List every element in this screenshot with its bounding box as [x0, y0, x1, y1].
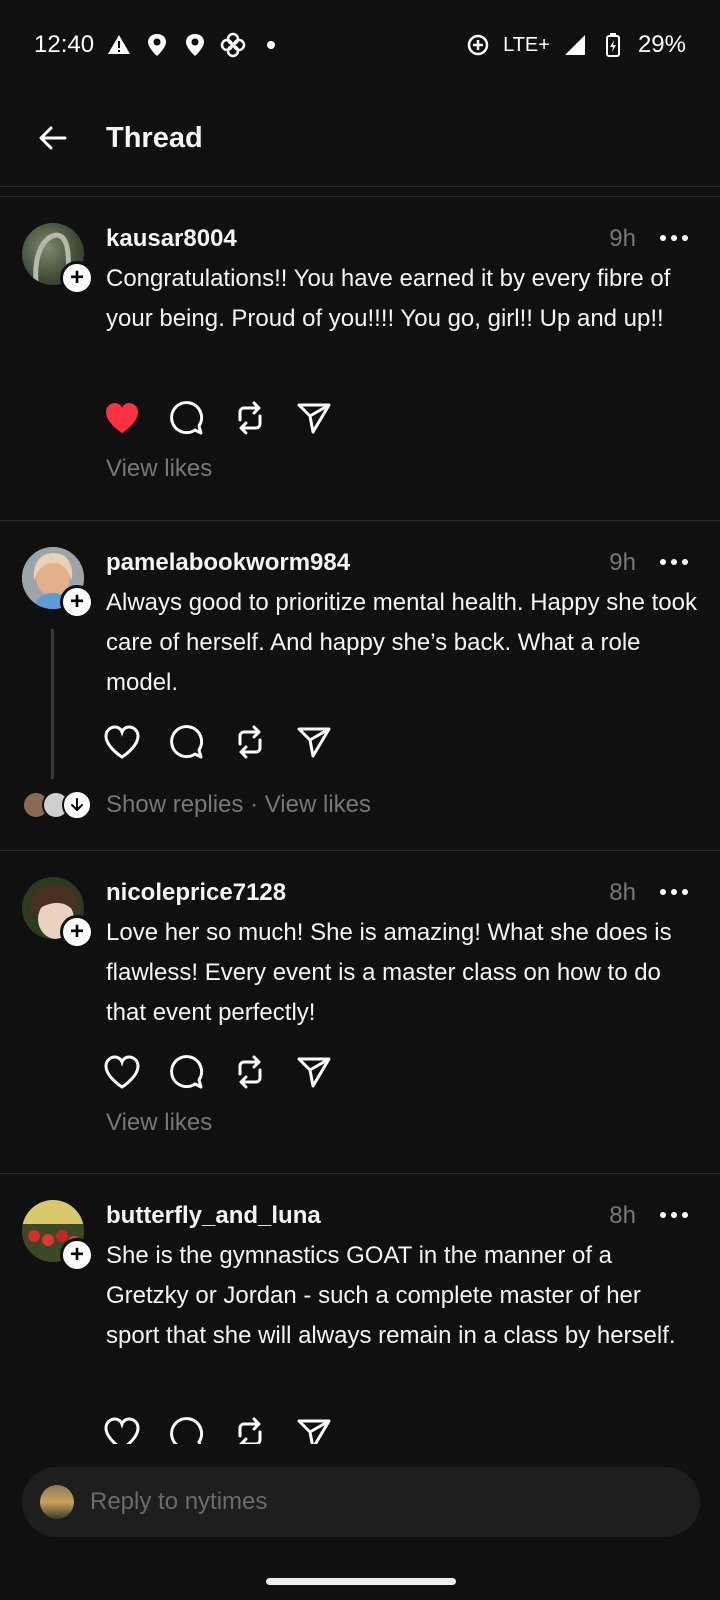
data-saver-icon: [465, 32, 491, 58]
more-options-icon[interactable]: [654, 1200, 694, 1230]
action-bar: [104, 724, 332, 760]
post-meta: Show replies · View likes: [106, 791, 371, 819]
location-icon: [182, 32, 208, 58]
view-likes-link[interactable]: View likes: [106, 1109, 212, 1137]
reply-input[interactable]: [88, 1487, 652, 1517]
username[interactable]: pamelabookworm984: [106, 549, 350, 577]
comment-icon[interactable]: [168, 400, 204, 436]
action-bar: [104, 1416, 332, 1444]
show-replies-link[interactable]: Show replies: [106, 791, 243, 818]
comment-icon[interactable]: [168, 724, 204, 760]
share-icon[interactable]: [296, 1054, 332, 1090]
action-bar: [104, 1054, 332, 1090]
pinwheel-icon: [220, 32, 246, 58]
page-title: Thread: [106, 121, 203, 154]
follow-plus-icon[interactable]: +: [60, 585, 94, 619]
repost-icon[interactable]: [232, 724, 268, 760]
top-app-bar: Thread: [0, 90, 720, 187]
post-text: Love her so much! She is amazing! What s…: [106, 919, 672, 1026]
heart-icon[interactable]: [104, 1416, 140, 1444]
reply-post: + kausar8004 9h Congratulations!! You ha…: [0, 197, 720, 521]
avatar: [40, 1485, 74, 1519]
status-bar: 12:40 LTE+ 29%: [0, 0, 720, 90]
follow-plus-icon[interactable]: +: [60, 1238, 94, 1272]
more-options-icon[interactable]: [654, 223, 694, 253]
follow-plus-icon[interactable]: +: [60, 915, 94, 949]
reply-post: + pamelabookworm984 9h Always good to pr…: [0, 521, 720, 851]
follow-plus-icon[interactable]: +: [60, 261, 94, 295]
heart-icon[interactable]: [104, 1054, 140, 1090]
post-text: She is the gymnastics GOAT in the manner…: [106, 1242, 676, 1349]
share-icon[interactable]: [296, 1416, 332, 1444]
timestamp: 8h: [609, 1202, 636, 1229]
signal-icon: [562, 32, 588, 58]
more-options-icon[interactable]: [654, 547, 694, 577]
reply-post: + butterfly_and_luna 8h She is the gymna…: [0, 1174, 720, 1444]
dot-icon: [258, 32, 284, 58]
timestamp: 8h: [609, 879, 636, 906]
home-indicator[interactable]: [266, 1578, 456, 1585]
status-time: 12:40: [34, 31, 95, 58]
network-type: LTE+: [503, 33, 550, 56]
comment-icon[interactable]: [168, 1416, 204, 1444]
repost-icon[interactable]: [232, 400, 268, 436]
back-button[interactable]: [28, 113, 78, 163]
more-options-icon[interactable]: [654, 877, 694, 907]
action-bar: [104, 400, 332, 436]
share-icon[interactable]: [296, 724, 332, 760]
post-text: Congratulations!! You have earned it by …: [106, 265, 671, 332]
repost-icon[interactable]: [232, 1054, 268, 1090]
timestamp: 9h: [609, 549, 636, 576]
share-icon[interactable]: [296, 400, 332, 436]
thread-line: [51, 629, 54, 779]
heart-icon[interactable]: [104, 724, 140, 760]
reply-avatars: [22, 790, 92, 820]
view-likes-link[interactable]: View likes: [265, 791, 371, 818]
battery-percent: 29%: [637, 31, 686, 58]
timestamp: 9h: [609, 225, 636, 252]
location-icon: [144, 32, 170, 58]
post-text: Always good to prioritize mental health.…: [106, 589, 697, 696]
meta-separator: ·: [243, 791, 265, 818]
comment-icon[interactable]: [168, 1054, 204, 1090]
heart-icon[interactable]: [104, 400, 140, 436]
username[interactable]: butterfly_and_luna: [106, 1202, 321, 1230]
username[interactable]: kausar8004: [106, 225, 237, 253]
reply-post: + nicoleprice7128 8h Love her so much! S…: [0, 851, 720, 1174]
warning-icon: [106, 32, 132, 58]
battery-icon: [600, 32, 626, 58]
back-arrow-icon: [39, 126, 67, 150]
view-likes-link[interactable]: View likes: [106, 455, 212, 483]
reply-composer[interactable]: [22, 1467, 700, 1537]
expand-replies-icon[interactable]: [62, 790, 92, 820]
repost-icon[interactable]: [232, 1416, 268, 1444]
username[interactable]: nicoleprice7128: [106, 879, 286, 907]
